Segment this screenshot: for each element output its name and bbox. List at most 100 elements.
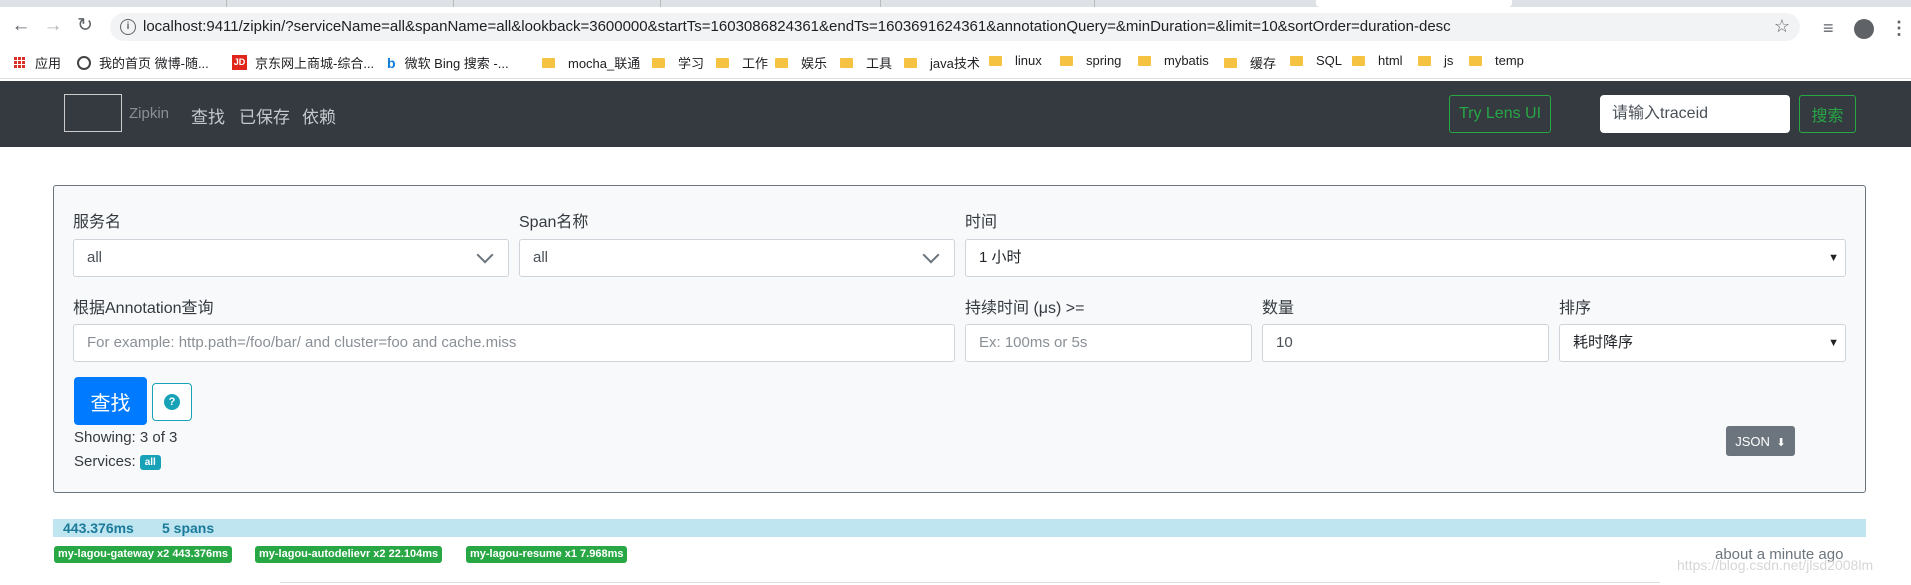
bookmarks-bar: 应用 我的首页 微博-随... JD 京东网上商城-综合... b 微软 Bin… [0,44,1911,79]
bing-icon: b [387,54,396,71]
chevron-down-icon [922,246,940,264]
service-duration-badge: my-lagou-resume x1 7.968ms [466,546,628,563]
services-filter: Services: all [74,453,161,470]
watermark-text: https://blog.csdn.net/jlsd2008lm [1677,557,1874,573]
min-duration-input[interactable]: Ex: 100ms or 5s [965,324,1252,362]
bookmark-label: SQL [1316,53,1343,68]
annotation-query-input[interactable]: For example: http.path=/foo/bar/ and clu… [73,324,955,362]
brand-name[interactable]: Zipkin [129,105,169,122]
url-field[interactable]: i localhost:9411/zipkin/?serviceName=all… [110,13,1800,41]
sort-order-label: 排序 [1559,300,1592,317]
min-duration-label: 持续时间 (μs) >= [965,300,1085,317]
divider [280,582,1660,583]
service-select-value: all [87,249,103,266]
apps-icon [14,57,25,68]
bookmark-label: js [1444,53,1454,68]
find-traces-button[interactable]: 查找 [74,377,147,425]
annotation-query-label: 根据Annotation查询 [73,300,214,317]
json-download-button[interactable]: JSON ⬇ [1726,426,1795,456]
forward-icon[interactable]: → [43,16,63,36]
bookmark-folder-mocha[interactable]: mocha_联通 [542,53,640,72]
help-button[interactable]: ? [152,383,192,421]
bookmark-label: 学习 [678,56,705,71]
tab-separator [226,0,227,7]
sort-select-value: 耗时降序 [1573,334,1634,351]
bookmark-star-icon[interactable]: ☆ [1774,16,1790,37]
bookmark-label: mocha_联通 [568,56,641,71]
traceid-search-button[interactable]: 搜索 [1799,95,1856,133]
browser-tabstrip[interactable] [0,0,1911,7]
traceid-input[interactable] [1600,95,1790,133]
bookmark-weibo[interactable]: 我的首页 微博-随... [77,53,209,72]
bookmark-folder-mybatis[interactable]: mybatis [1138,53,1209,68]
site-info-icon[interactable]: i [120,19,136,35]
bookmark-label: 娱乐 [801,56,828,71]
bookmark-folder-java[interactable]: java技术 [904,53,980,72]
bookmark-folder-sql[interactable]: SQL [1290,53,1342,68]
browser-menu-icon[interactable]: ⋮ [1890,18,1908,39]
bookmark-jd[interactable]: JD 京东网上商城-综合... [232,53,374,72]
nav-link-find[interactable]: 查找 [191,103,225,128]
reading-list-icon[interactable]: ≡ [1823,18,1834,39]
folder-icon [904,57,917,68]
bookmark-apps[interactable]: 应用 [14,53,61,72]
bookmark-folder-temp[interactable]: temp [1469,53,1524,68]
nav-link-dependencies[interactable]: 依赖 [302,103,336,128]
chevron-down-icon [476,246,494,264]
trace-duration: 443.376ms [63,520,134,536]
folder-icon [775,57,788,68]
bookmark-label: 应用 [35,56,62,71]
trace-result-bar[interactable]: 443.376ms 5 spans [53,519,1866,537]
nav-link-saved[interactable]: 已保存 [239,103,290,128]
trace-span-count: 5 spans [162,520,215,536]
folder-icon [716,57,729,68]
try-lens-ui-button[interactable]: Try Lens UI [1449,95,1551,133]
logo-image-placeholder[interactable] [64,94,122,132]
services-label: Services: [74,453,136,470]
time-label: 时间 [965,214,998,231]
reload-icon[interactable]: ↻ [75,16,95,36]
service-duration-badge: my-lagou-autodelievr x2 22.104ms [255,546,443,563]
span-name-select[interactable]: all [519,239,955,277]
active-tab[interactable] [1316,0,1512,7]
span-name-label: Span名称 [519,214,589,231]
bookmark-folder-fun[interactable]: 娱乐 [775,53,827,72]
services-badge[interactable]: all [139,454,161,470]
bookmark-folder-linux[interactable]: linux [989,53,1042,68]
select-arrow-icon: ▼ [1828,337,1839,349]
bookmark-folder-cache[interactable]: 缓存 [1224,53,1276,72]
bookmark-label: 京东网上商城-综合... [255,56,375,71]
bookmark-folder-tools[interactable]: 工具 [840,53,892,72]
json-button-label: JSON [1735,433,1770,449]
bookmark-folder-html[interactable]: html [1352,53,1403,68]
folder-icon [840,57,853,68]
bookmark-folder-work[interactable]: 工作 [716,53,768,72]
bookmark-label: 缓存 [1250,56,1277,71]
service-select[interactable]: all [73,239,509,277]
bookmark-label: spring [1086,53,1122,68]
profile-avatar-icon[interactable] [1854,19,1874,39]
span-select-value: all [533,249,549,266]
tab-separator [453,0,454,7]
time-select-value: 1 小时 [979,249,1022,266]
bookmark-folder-study[interactable]: 学习 [652,53,704,72]
limit-input[interactable]: 10 [1262,324,1549,362]
bookmark-label: java技术 [930,56,980,71]
globe-icon [77,55,91,70]
folder-icon [1418,55,1431,66]
question-circle-icon: ? [164,394,180,410]
folder-icon [1290,55,1303,66]
back-icon[interactable]: ← [11,16,31,36]
tab-separator [1094,0,1095,7]
sort-order-select[interactable]: 耗时降序 ▼ [1559,324,1846,362]
bookmark-bing[interactable]: b 微软 Bing 搜索 -... [387,53,509,72]
tab-separator [880,0,881,7]
bookmark-folder-spring[interactable]: spring [1060,53,1121,68]
zipkin-navbar: Zipkin 查找 已保存 依赖 Try Lens UI 搜索 [0,81,1911,147]
select-arrow-icon: ▼ [1828,252,1839,264]
url-text[interactable]: localhost:9411/zipkin/?serviceName=all&s… [143,18,1451,35]
bookmark-folder-js[interactable]: js [1418,53,1453,68]
bookmark-label: 工作 [742,56,769,71]
time-select[interactable]: 1 小时 ▼ [965,239,1846,277]
showing-count: Showing: 3 of 3 [74,429,178,446]
